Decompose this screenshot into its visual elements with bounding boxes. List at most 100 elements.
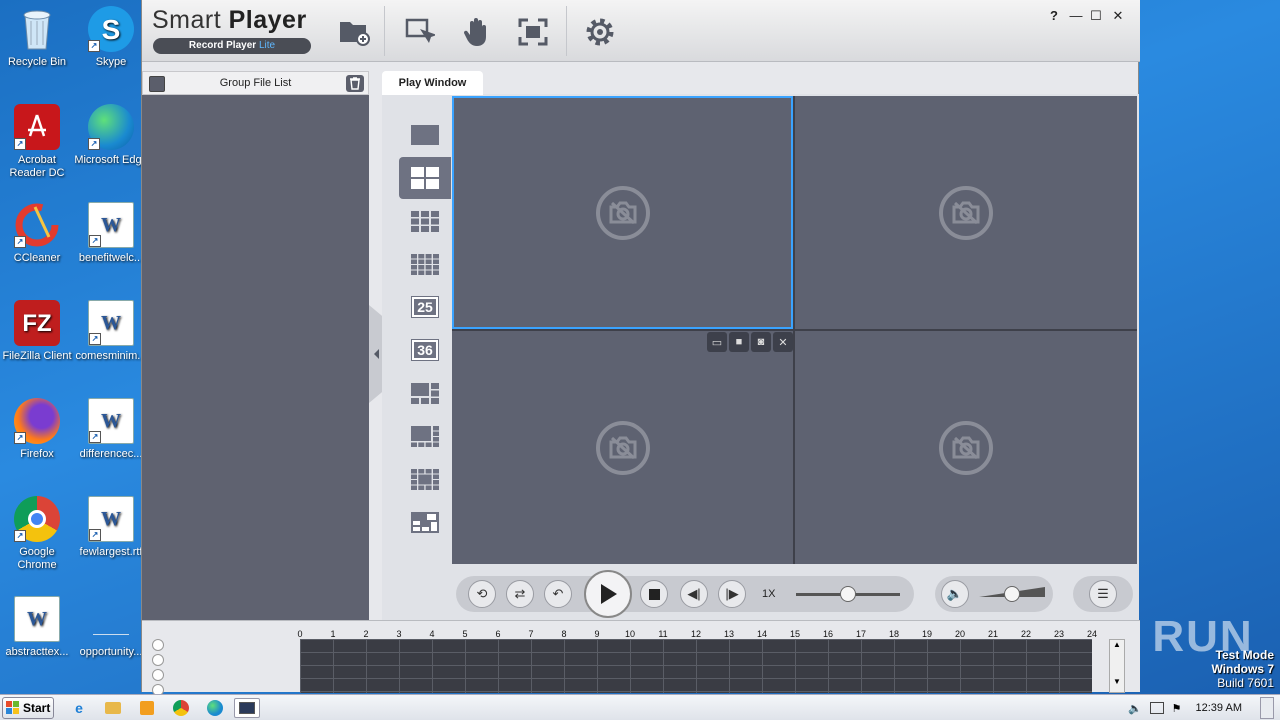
desktop-icon-acrobat[interactable]: ↗ Acrobat Reader DC: [0, 104, 74, 180]
next-frame-button[interactable]: |▶: [718, 580, 746, 608]
timeline-radio-3[interactable]: [152, 669, 164, 681]
desktop-icon-doc-abstract[interactable]: W abstracttex...: [0, 596, 74, 659]
timeline-hour-label: 12: [690, 629, 701, 639]
network-icon[interactable]: [1149, 702, 1164, 714]
acrobat-icon: ↗: [14, 104, 60, 150]
adjust-controls: ☰: [1073, 576, 1133, 612]
close-button[interactable]: ✕: [1110, 8, 1126, 24]
desktop-icon-chrome[interactable]: ↗ Google Chrome: [0, 496, 74, 572]
desktop-icon-edge[interactable]: ↗ Microsoft Edge: [74, 104, 148, 167]
prev-frame-icon: ◀|: [687, 586, 701, 601]
desktop-icon-skype[interactable]: S ↗ Skype: [74, 6, 148, 69]
timeline-scrollbar[interactable]: ▲ ▼: [1109, 639, 1125, 693]
video-cell-2[interactable]: [795, 96, 1137, 329]
taskbar-media-player[interactable]: [134, 698, 160, 718]
layout-36-button[interactable]: 36: [399, 329, 451, 371]
desktop-icon-label: FileZilla Client: [2, 350, 72, 362]
timeline-grid[interactable]: [300, 639, 1092, 693]
cell-close-icon[interactable]: ✕: [773, 332, 793, 352]
app-title: Smart Player: [152, 6, 307, 34]
select-button[interactable]: [400, 12, 440, 52]
desktop-icon-doc-benefit[interactable]: W ↗ benefitwelc...: [74, 202, 148, 265]
cell-snapshot-icon[interactable]: ◙: [751, 332, 771, 352]
timeline-hour-label: 18: [888, 629, 899, 639]
desktop-icon-firefox[interactable]: ↗ Firefox: [0, 398, 74, 461]
collapse-panel-handle[interactable]: [369, 305, 383, 403]
hand-drag-button[interactable]: [456, 12, 496, 52]
hand-drag-icon: [463, 18, 486, 46]
show-desktop-button[interactable]: [1260, 697, 1274, 719]
maximize-button[interactable]: ☐: [1088, 8, 1104, 24]
video-cell-4[interactable]: [795, 331, 1137, 564]
prev-frame-button[interactable]: ◀|: [680, 580, 708, 608]
os-label: Windows 7: [1211, 662, 1274, 676]
delete-button[interactable]: [346, 75, 364, 92]
ccleaner-icon: ↗: [14, 202, 60, 248]
action-center-flag-icon[interactable]: ⚑: [1172, 702, 1182, 715]
open-folder-button[interactable]: [334, 12, 374, 52]
desktop-icon-ccleaner[interactable]: ↗ CCleaner: [0, 202, 74, 265]
timeline-hour-label: 21: [987, 629, 998, 639]
sync-icon: ⟲: [476, 586, 488, 601]
layout-16-button[interactable]: [399, 243, 451, 285]
timeline-hour-label: 23: [1053, 629, 1064, 639]
layout-8-icon: [411, 425, 439, 447]
adjust-button[interactable]: ☰: [1089, 580, 1117, 608]
play-icon: [601, 584, 617, 604]
desktop-icon-filezilla[interactable]: FZ FileZilla Client: [0, 300, 74, 363]
play-button[interactable]: [584, 570, 632, 618]
timeline-radio-1[interactable]: [152, 639, 164, 651]
app-subtitle: Record Player Lite: [153, 38, 311, 54]
help-button[interactable]: ?: [1046, 8, 1062, 23]
layout-1-button[interactable]: [399, 114, 451, 156]
rewind-button[interactable]: ↶: [544, 580, 572, 608]
cell-info-icon[interactable]: ▭: [707, 332, 727, 352]
recycle-bin-icon: [14, 6, 60, 52]
settings-button[interactable]: [580, 12, 620, 52]
desktop-icon-label: opportunity...: [79, 646, 143, 658]
timeline-hour-label: 11: [658, 629, 668, 639]
layout-custom-button[interactable]: [399, 501, 451, 543]
layout-4-button[interactable]: [399, 157, 451, 199]
minimize-button[interactable]: —: [1068, 8, 1084, 23]
desktop-icon-doc-comes[interactable]: W ↗ comesminim...: [74, 300, 148, 363]
taskbar-edge[interactable]: [202, 698, 228, 718]
stop-button[interactable]: [640, 580, 668, 608]
desktop-icon-doc-opportunity[interactable]: opportunity...: [74, 596, 148, 659]
volume-slider-knob[interactable]: [1004, 586, 1020, 602]
sync-button[interactable]: ⟲: [468, 580, 496, 608]
no-video-camera-icon: [595, 420, 650, 475]
layout-25-button[interactable]: 25: [399, 286, 451, 328]
select-cursor-icon: [405, 18, 435, 43]
cell-record-icon[interactable]: ■: [729, 332, 749, 352]
fullscreen-button[interactable]: [513, 12, 553, 52]
clock[interactable]: 12:39 AM: [1196, 702, 1242, 714]
timeline-hour-label: 10: [624, 629, 635, 639]
taskbar-ie[interactable]: e: [66, 698, 92, 718]
layout-8-button[interactable]: [399, 415, 451, 457]
word-doc-icon: W ↗: [88, 496, 134, 542]
timeline-hour-label: 5: [462, 629, 468, 639]
taskbar-smart-player[interactable]: [234, 698, 260, 718]
video-cell-1[interactable]: [452, 96, 793, 329]
smart-player-icon: [239, 702, 255, 714]
desktop-icon-recycle-bin[interactable]: Recycle Bin: [0, 6, 74, 69]
speaker-tray-icon[interactable]: 🔈: [1128, 702, 1142, 715]
start-button[interactable]: Start: [2, 697, 54, 719]
timeline-radio-2[interactable]: [152, 654, 164, 666]
layout-13-button[interactable]: [399, 458, 451, 500]
taskbar-explorer[interactable]: [100, 698, 126, 718]
desktop-icon-doc-fewlargest[interactable]: W ↗ fewlargest.rtf: [74, 496, 148, 559]
mute-button[interactable]: 🔈: [941, 580, 969, 608]
taskbar-chrome[interactable]: [168, 698, 194, 718]
scroll-down-icon: ▼: [1113, 677, 1121, 686]
desktop-icon-doc-difference[interactable]: W ↗ differencec...: [74, 398, 148, 461]
shuffle-button[interactable]: ⇄: [506, 580, 534, 608]
timeline-hour-label: 17: [855, 629, 866, 639]
layout-6-button[interactable]: [399, 372, 451, 414]
video-cell-3[interactable]: [452, 331, 793, 564]
layout-9-button[interactable]: [399, 200, 451, 242]
layout-13-icon: [411, 468, 439, 490]
speed-slider-knob[interactable]: [840, 586, 856, 602]
tab-play-window[interactable]: Play Window: [382, 71, 483, 95]
